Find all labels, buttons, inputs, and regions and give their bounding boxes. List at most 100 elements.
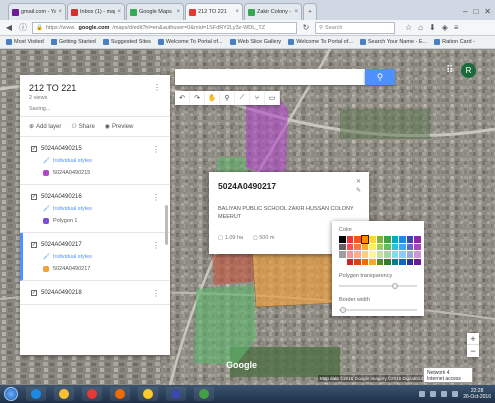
- maximize-icon[interactable]: □: [473, 7, 478, 16]
- layer-menu-icon[interactable]: ⋮: [152, 145, 160, 154]
- minimize-icon[interactable]: –: [463, 7, 467, 16]
- network-icon[interactable]: [441, 391, 448, 397]
- layer-menu-icon[interactable]: ⋮: [152, 241, 160, 250]
- layer-styles-link[interactable]: 🖌 Individual styles: [43, 254, 161, 260]
- color-swatch[interactable]: [360, 235, 369, 244]
- color-swatch[interactable]: [399, 251, 406, 258]
- redo-icon[interactable]: ↷: [190, 91, 205, 105]
- color-swatch[interactable]: [339, 251, 346, 258]
- bookmark-item[interactable]: Most Visited: [6, 39, 44, 45]
- layer-name[interactable]: 5024A0490218: [41, 290, 82, 296]
- color-swatch[interactable]: [369, 236, 376, 243]
- polygon-red-block[interactable]: [212, 253, 254, 285]
- color-swatch[interactable]: [354, 258, 361, 265]
- color-swatch[interactable]: [384, 251, 391, 258]
- start-button[interactable]: [4, 387, 18, 401]
- ruler-icon[interactable]: ▭: [265, 91, 280, 105]
- undo-icon[interactable]: ↶: [175, 91, 190, 105]
- close-tab-icon[interactable]: ×: [235, 9, 239, 15]
- close-icon[interactable]: ✕: [356, 178, 361, 185]
- map-search-button[interactable]: ⚲: [365, 69, 395, 85]
- color-swatch[interactable]: [414, 251, 421, 258]
- bookmark-item[interactable]: Getting Started: [50, 39, 96, 45]
- feature-item[interactable]: Polygon 1: [43, 218, 161, 224]
- color-swatch[interactable]: [414, 258, 421, 265]
- color-swatch[interactable]: [391, 251, 398, 258]
- color-swatch[interactable]: [399, 236, 406, 243]
- transparency-knob[interactable]: [392, 283, 399, 289]
- color-swatch[interactable]: [369, 251, 376, 258]
- color-swatch[interactable]: [384, 258, 391, 265]
- panel-scrollbar[interactable]: [165, 205, 168, 245]
- home-icon[interactable]: ⌂: [418, 23, 423, 32]
- layer-item[interactable]: ✓ 5024A0490217 ⋮ 🖌 Individual styles 5024A049…: [20, 233, 170, 281]
- close-window-icon[interactable]: ✕: [484, 7, 491, 16]
- color-swatch[interactable]: [361, 243, 368, 250]
- tray-icon[interactable]: [419, 391, 426, 397]
- taskbar-app[interactable]: [138, 387, 158, 401]
- color-swatch[interactable]: [414, 236, 421, 243]
- color-swatch[interactable]: [391, 243, 398, 250]
- bookmark-item[interactable]: Search Your Name - E...: [359, 39, 427, 45]
- close-tab-icon[interactable]: ×: [117, 9, 121, 15]
- browser-tab[interactable]: 212 TO 221 ×: [185, 3, 243, 20]
- bookmark-item[interactable]: Ration Card -: [434, 39, 475, 45]
- color-swatch[interactable]: [406, 251, 413, 258]
- color-swatch[interactable]: [399, 243, 406, 250]
- avatar[interactable]: R: [461, 63, 476, 78]
- layer-item[interactable]: ✓ 5024A0490216 ⋮ 🖌 Individual styles Polygon …: [20, 185, 170, 233]
- color-swatch[interactable]: [354, 236, 361, 243]
- color-swatch[interactable]: [406, 236, 413, 243]
- transparency-slider[interactable]: [339, 283, 417, 289]
- color-swatch[interactable]: [406, 243, 413, 250]
- preview-button[interactable]: ◉ Preview: [105, 123, 134, 131]
- browser-tab[interactable]: gmail.com - Yaho...×: [8, 3, 66, 20]
- color-swatch[interactable]: [399, 258, 406, 265]
- pocket-icon[interactable]: ◈: [442, 23, 448, 32]
- color-swatch[interactable]: [339, 258, 346, 265]
- color-swatch[interactable]: [346, 251, 353, 258]
- close-tab-icon[interactable]: ×: [294, 9, 298, 15]
- hamburger-menu-icon[interactable]: ≡: [454, 23, 459, 32]
- browser-tab[interactable]: Zakir Colony - Go...×: [244, 3, 302, 20]
- clock[interactable]: 22:28 26-Oct-2016: [463, 388, 491, 400]
- share-button[interactable]: ⚇ Share: [71, 123, 94, 131]
- color-swatch[interactable]: [346, 243, 353, 250]
- taskbar-app[interactable]: [194, 387, 214, 401]
- taskbar-app[interactable]: [54, 387, 74, 401]
- bookmark-item[interactable]: Welcome To Portal of...: [157, 39, 223, 45]
- color-swatch[interactable]: [406, 258, 413, 265]
- bookmark-item[interactable]: Welcome To Portal of...: [288, 39, 353, 45]
- new-tab-button[interactable]: +: [303, 3, 317, 20]
- polygon-5024A0490215[interactable]: [246, 99, 288, 173]
- color-swatch[interactable]: [376, 243, 383, 250]
- color-swatch[interactable]: [361, 258, 368, 265]
- info-icon[interactable]: ⓘ: [18, 23, 28, 33]
- star-icon[interactable]: ☆: [405, 23, 412, 32]
- map-title[interactable]: 212 TO 221: [29, 83, 162, 93]
- color-swatch[interactable]: [346, 236, 353, 243]
- feature-item[interactable]: 5024A0490215: [43, 170, 161, 176]
- taskbar-app[interactable]: [166, 387, 186, 401]
- browser-tab[interactable]: Inbox (1) - mapme...×: [67, 3, 125, 20]
- edit-icon[interactable]: ✎: [356, 187, 361, 194]
- taskbar-app[interactable]: [110, 387, 130, 401]
- volume-icon[interactable]: [452, 391, 459, 397]
- layer-styles-link[interactable]: 🖌 Individual styles: [43, 158, 161, 164]
- border-width-slider[interactable]: [339, 307, 417, 313]
- add-layer-button[interactable]: ⊕ Add layer: [29, 123, 61, 131]
- color-swatch[interactable]: [376, 258, 383, 265]
- layer-visibility-checkbox[interactable]: ✓: [31, 290, 37, 296]
- hand-icon[interactable]: ✋: [205, 91, 220, 105]
- layer-visibility-checkbox[interactable]: ✓: [31, 146, 37, 152]
- layer-item[interactable]: ✓ 5024A0490215 ⋮ 🖌 Individual styles 5024A049…: [20, 137, 170, 185]
- directions-icon[interactable]: ⑂: [250, 91, 265, 105]
- layer-name[interactable]: 5024A0490217: [41, 242, 82, 248]
- zoom-in-button[interactable]: +: [467, 333, 479, 345]
- map-search-input[interactable]: [175, 69, 365, 85]
- layer-styles-link[interactable]: 🖌 Individual styles: [43, 206, 161, 212]
- panel-menu-icon[interactable]: ⋮: [153, 83, 161, 92]
- back-icon[interactable]: ◀: [4, 23, 14, 33]
- layer-item[interactable]: ✓ 5024A0490218 ⋮: [20, 281, 170, 305]
- color-swatch[interactable]: [384, 243, 391, 250]
